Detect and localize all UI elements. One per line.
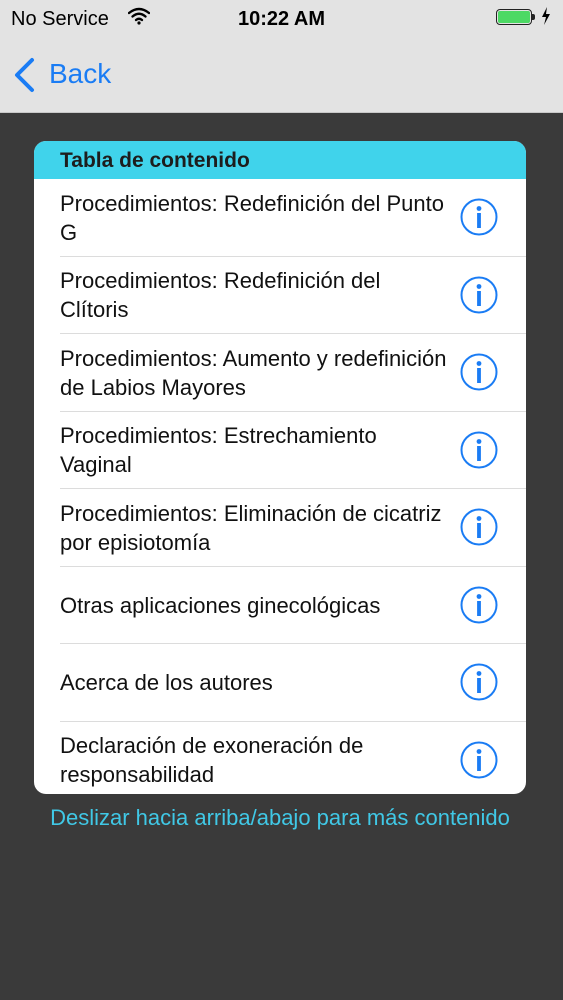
info-icon[interactable] <box>459 197 499 237</box>
info-icon[interactable] <box>459 507 499 547</box>
toc-list: Procedimientos: Redefinición del Punto G… <box>34 179 526 794</box>
info-icon[interactable] <box>459 352 499 392</box>
toc-item-label: Acerca de los autores <box>60 670 273 696</box>
toc-item-label: Procedimientos: Estrechamiento Vaginal <box>60 423 377 478</box>
toc-item[interactable]: Procedimientos: Eliminación de cicatriz … <box>34 489 526 567</box>
table-of-contents-card: Tabla de contenido Procedimientos: Redef… <box>34 141 526 794</box>
toc-item[interactable]: Procedimientos: Redefinición del Clítori… <box>34 257 526 335</box>
clock-label: 10:22 AM <box>237 8 326 30</box>
battery-icon <box>496 9 538 27</box>
toc-item-label: Procedimientos: Eliminación de cicatriz … <box>60 500 442 555</box>
toc-item[interactable]: Procedimientos: Redefinición del Punto G <box>34 179 526 257</box>
info-icon[interactable] <box>459 275 499 315</box>
toc-item[interactable]: Procedimientos: Aumento y redefinición d… <box>34 334 526 412</box>
navigation-bar: No Service 10:22 AM Back <box>0 0 563 113</box>
toc-item-label: Procedimientos: Aumento y redefinición d… <box>60 345 447 400</box>
chevron-left-icon <box>12 56 36 101</box>
toc-item[interactable]: Acerca de los autores <box>34 644 526 722</box>
info-icon[interactable] <box>459 740 499 780</box>
info-icon[interactable] <box>459 430 499 470</box>
toc-item[interactable]: Declaración de exoneración de responsabi… <box>34 722 526 795</box>
toc-item-label: Procedimientos: Redefinición del Clítori… <box>60 268 381 323</box>
toc-title: Tabla de contenido <box>60 149 250 172</box>
back-button[interactable]: Back <box>12 56 132 94</box>
back-label: Back <box>49 58 112 89</box>
toc-item-label: Otras aplicaciones ginecológicas <box>60 592 381 618</box>
charging-icon <box>541 7 551 31</box>
scroll-hint: Deslizar hacia arriba/abajo para más con… <box>50 805 510 830</box>
toc-header: Tabla de contenido <box>34 141 526 179</box>
info-icon[interactable] <box>459 585 499 625</box>
info-icon[interactable] <box>459 662 499 702</box>
toc-item-label: Declaración de exoneración de responsabi… <box>60 733 364 788</box>
toc-item[interactable]: Procedimientos: Estrechamiento Vaginal <box>34 412 526 490</box>
toc-item[interactable]: Otras aplicaciones ginecológicas <box>34 567 526 645</box>
status-bar: No Service 10:22 AM <box>0 0 563 38</box>
toc-item-label: Procedimientos: Redefinición del Punto G <box>60 190 445 245</box>
